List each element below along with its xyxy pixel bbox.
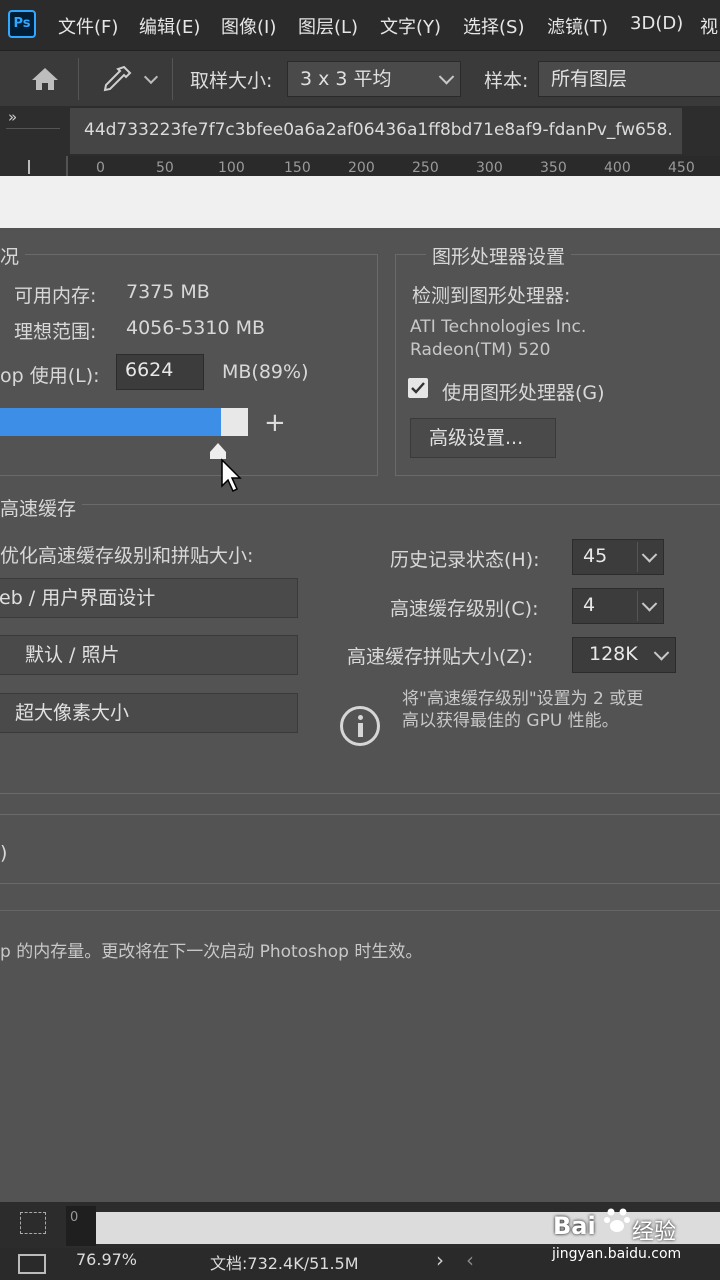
history-states-label: 历史记录状态(H): <box>390 549 540 571</box>
scratch-disks-fragment: ) <box>0 842 8 864</box>
ruler-tick-label: 50 <box>156 160 174 176</box>
ruler-tick-label: 200 <box>348 160 375 176</box>
divider <box>172 58 173 100</box>
divider <box>78 58 79 100</box>
scroll-left-icon[interactable]: ‹ <box>466 1248 474 1272</box>
available-memory-label: 可用内存: <box>14 285 97 307</box>
memory-usage-unit: MB(89%) <box>222 361 309 383</box>
preset-web-ui-button[interactable]: eb / 用户界面设计 <box>0 578 298 618</box>
menu-image[interactable]: 图像(I) <box>221 13 276 39</box>
preset-huge-pixel-button[interactable]: 超大像素大小 <box>0 693 298 733</box>
menu-select[interactable]: 选择(S) <box>463 13 524 39</box>
chevron-down-icon <box>641 596 658 612</box>
ruler-tick-label: 300 <box>476 160 503 176</box>
sample-size-select[interactable]: 3 x 3 平均 <box>287 61 461 97</box>
cache-levels-label: 高速缓存级别(C): <box>390 598 539 620</box>
sample-size-label: 取样大小: <box>190 70 273 92</box>
gpu-vendor: ATI Technologies Inc. <box>410 317 587 337</box>
ideal-range-value: 4056-5310 MB <box>126 317 266 339</box>
ruler-tick-label: 150 <box>284 160 311 176</box>
cache-levels-select[interactable]: 4 <box>572 588 664 624</box>
cache-tile-size-label: 高速缓存拼贴大小(Z): <box>347 646 534 668</box>
memory-usage-slider-track[interactable] <box>0 408 248 436</box>
gpu-detected-label: 检测到图形处理器: <box>412 285 571 307</box>
memory-usage-label: op 使用(L): <box>0 365 100 387</box>
use-gpu-label: 使用图形处理器(G) <box>442 382 605 404</box>
divider <box>0 910 720 911</box>
menu-type[interactable]: 文字(Y) <box>380 13 441 39</box>
scratch-disks-panel <box>0 814 720 884</box>
menu-3d[interactable]: 3D(D) <box>630 13 683 34</box>
baidu-watermark-text: 经验 <box>632 1220 677 1245</box>
sample-select[interactable]: 所有图层 <box>538 61 720 97</box>
ruler-tick-label: 450 <box>668 160 695 176</box>
gpu-section-title: 图形处理器设置 <box>426 242 572 269</box>
ruler-tick-label: 250 <box>412 160 439 176</box>
divider <box>637 542 638 572</box>
ruler-tick-label: 0 <box>70 1210 79 1225</box>
ideal-range-label: 理想范围: <box>14 321 97 343</box>
menu-edit[interactable]: 编辑(E) <box>139 13 200 39</box>
increase-icon[interactable]: + <box>264 408 286 438</box>
sample-size-value: 3 x 3 平均 <box>300 68 392 90</box>
ruler-tick-label: 400 <box>604 160 631 176</box>
sample-label: 样本: <box>484 70 529 92</box>
gpu-model: Radeon(TM) 520 <box>410 340 551 360</box>
mouse-cursor-icon <box>220 458 244 498</box>
memory-usage-input[interactable]: 6624 <box>116 354 204 390</box>
menu-view[interactable]: 视 <box>700 13 718 39</box>
available-memory-value: 7375 MB <box>126 281 210 303</box>
cache-levels-value: 4 <box>583 594 596 616</box>
ruler-tick-label: 350 <box>540 160 567 176</box>
advanced-settings-button[interactable]: 高级设置... <box>410 418 556 458</box>
menu-layer[interactable]: 图层(L) <box>298 13 358 39</box>
home-icon[interactable] <box>30 66 60 96</box>
chevron-down-icon <box>653 645 670 661</box>
history-states-select[interactable]: 45 <box>572 539 664 575</box>
chevron-down-icon <box>641 547 658 563</box>
memory-section-title: 况 <box>0 242 26 269</box>
eyedropper-tool-icon[interactable] <box>100 64 134 98</box>
history-states-value: 45 <box>583 545 608 567</box>
chevron-down-icon <box>438 69 455 85</box>
photoshop-logo: Ps <box>8 10 36 38</box>
cache-section-title: 高速缓存 <box>0 494 83 521</box>
optimize-cache-label: 优化高速缓存级别和拼贴大小: <box>0 545 254 567</box>
divider <box>637 591 638 621</box>
menu-file[interactable]: 文件(F) <box>58 13 118 39</box>
document-size: 文档:732.4K/51.5M <box>210 1254 359 1273</box>
cache-tile-size-select[interactable]: 128K <box>572 637 676 673</box>
document-tab-title: 44d733223fe7f7c3bfee0a6a2af06436a1ff8bd7… <box>84 120 673 140</box>
cache-tile-size-value: 128K <box>589 643 638 665</box>
preset-default-photo-button[interactable]: 默认 / 照片 <box>0 635 298 675</box>
ruler-tick-label: 0 <box>96 160 105 176</box>
collapse-panel-icon[interactable]: » <box>8 108 17 126</box>
dialog-title-bar <box>0 176 720 228</box>
use-gpu-checkbox[interactable] <box>408 378 428 398</box>
baidu-watermark-logo: Bai <box>553 1212 596 1240</box>
sample-value: 所有图层 <box>551 68 628 90</box>
check-icon <box>411 382 425 394</box>
memory-usage-slider-fill <box>0 408 221 436</box>
cache-info-text-line2: 高以获得最佳的 GPU 性能。 <box>402 711 619 731</box>
divider <box>6 128 60 129</box>
menu-filter[interactable]: 滤镜(T) <box>547 13 608 39</box>
baidu-watermark-url: jingyan.baidu.com <box>552 1246 682 1262</box>
info-icon <box>340 706 380 746</box>
restart-note: p 的内存量。更改将在下一次启动 Photoshop 时生效。 <box>0 942 423 962</box>
zoom-level[interactable]: 76.97% <box>76 1250 137 1269</box>
marquee-tool-icon[interactable] <box>20 1212 46 1234</box>
paw-icon <box>604 1204 630 1238</box>
move-tool-icon[interactable] <box>28 160 30 174</box>
ruler-tick-label: 100 <box>218 160 245 176</box>
status-menu-arrow-icon[interactable]: › <box>436 1248 444 1272</box>
screen-mode-icon[interactable] <box>18 1254 46 1274</box>
